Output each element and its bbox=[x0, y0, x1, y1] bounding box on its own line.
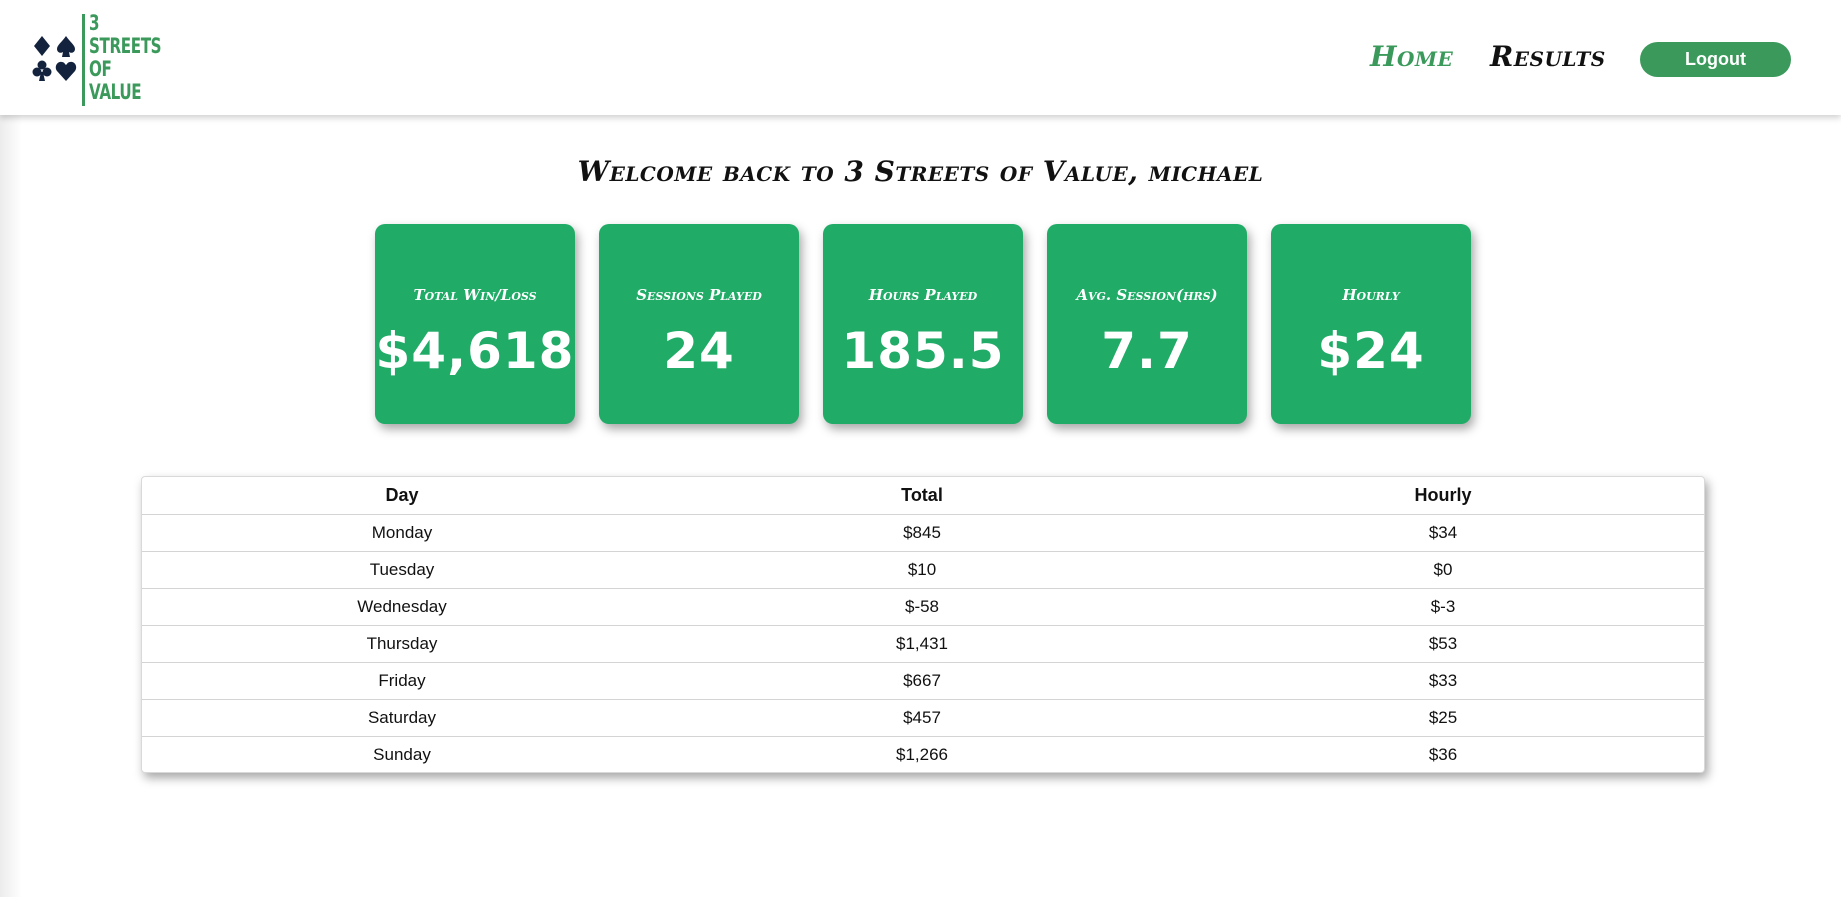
cell-total: $10 bbox=[662, 550, 1182, 588]
cell-day: Wednesday bbox=[142, 587, 662, 625]
logo-line: 3 bbox=[89, 11, 100, 35]
table-header-row: Day Total Hourly bbox=[142, 477, 1704, 514]
cell-total: $457 bbox=[662, 698, 1182, 736]
logo-wordmark: 3 STREETS OF VALUE bbox=[89, 11, 162, 104]
logo[interactable]: 3 STREETS OF VALUE bbox=[32, 11, 172, 106]
cell-hourly: $33 bbox=[1182, 661, 1704, 699]
cell-total: $845 bbox=[662, 513, 1182, 551]
card-suits-icon bbox=[32, 36, 77, 81]
welcome-heading: Welcome back to 3 Streets of Value, mich… bbox=[577, 155, 1264, 188]
logo-line: VALUE bbox=[89, 80, 142, 104]
logo-line: STREETS bbox=[89, 34, 162, 58]
cell-day: Friday bbox=[142, 661, 662, 699]
column-header-day: Day bbox=[385, 484, 419, 505]
logout-button[interactable]: Logout bbox=[1640, 42, 1791, 77]
table-row: Wednesday $-58 $-3 bbox=[142, 587, 1704, 625]
cell-total: $667 bbox=[662, 661, 1182, 699]
stat-card-avg-session: Avg. Session(hrs) 7.7 bbox=[1047, 224, 1247, 424]
cell-total: $1,431 bbox=[662, 624, 1182, 662]
stat-value: 185.5 bbox=[841, 322, 1005, 380]
cell-day: Thursday bbox=[142, 624, 662, 662]
nav-results-link[interactable]: Results bbox=[1490, 40, 1606, 73]
logo-line: OF bbox=[89, 57, 112, 81]
nav-home-link[interactable]: Home bbox=[1370, 40, 1453, 73]
cell-day: Sunday bbox=[142, 735, 662, 772]
table-row: Thursday $1,431 $53 bbox=[142, 624, 1704, 662]
cell-total: $-58 bbox=[662, 587, 1182, 625]
cell-hourly: $34 bbox=[1182, 513, 1704, 551]
table-row: Sunday $1,266 $36 bbox=[142, 735, 1704, 772]
cell-day: Tuesday bbox=[142, 550, 662, 588]
cell-total: $1,266 bbox=[662, 735, 1182, 772]
stat-value: $24 bbox=[1317, 322, 1425, 380]
table-row: Friday $667 $33 bbox=[142, 661, 1704, 699]
cell-hourly: $53 bbox=[1182, 624, 1704, 662]
column-header-total: Total bbox=[901, 484, 943, 505]
stat-value: 7.7 bbox=[1101, 322, 1193, 380]
stat-card-sessions-played: Sessions Played 24 bbox=[599, 224, 799, 424]
stat-label: Hourly bbox=[1342, 286, 1400, 304]
cell-day: Saturday bbox=[142, 698, 662, 736]
logo-divider bbox=[82, 14, 85, 106]
daily-results-table: Day Total Hourly Monday $845 $34 Tuesday… bbox=[141, 476, 1705, 773]
stat-label: Hours Played bbox=[868, 286, 978, 304]
cell-hourly: $25 bbox=[1182, 698, 1704, 736]
stat-value: 24 bbox=[663, 322, 735, 380]
stat-card-hourly: Hourly $24 bbox=[1271, 224, 1471, 424]
stat-label: Avg. Session(hrs) bbox=[1076, 286, 1218, 304]
cell-day: Monday bbox=[142, 513, 662, 551]
table-row: Monday $845 $34 bbox=[142, 513, 1704, 551]
top-navbar: 3 STREETS OF VALUE Home Results Logout bbox=[0, 0, 1841, 115]
table-row: Tuesday $10 $0 bbox=[142, 550, 1704, 588]
table-row: Saturday $457 $25 bbox=[142, 698, 1704, 736]
cell-hourly: $0 bbox=[1182, 550, 1704, 588]
stat-card-total-win-loss: Total Win/Loss $4,618 bbox=[375, 224, 575, 424]
cell-hourly: $36 bbox=[1182, 735, 1704, 772]
page-left-shade bbox=[0, 115, 22, 897]
stat-label: Total Win/Loss bbox=[413, 286, 537, 304]
stats-cards: Total Win/Loss $4,618 Sessions Played 24… bbox=[375, 224, 1475, 424]
stat-card-hours-played: Hours Played 185.5 bbox=[823, 224, 1023, 424]
column-header-hourly: Hourly bbox=[1414, 484, 1472, 505]
stat-label: Sessions Played bbox=[636, 286, 762, 304]
stat-value: $4,618 bbox=[375, 322, 575, 380]
cell-hourly: $-3 bbox=[1182, 587, 1704, 625]
